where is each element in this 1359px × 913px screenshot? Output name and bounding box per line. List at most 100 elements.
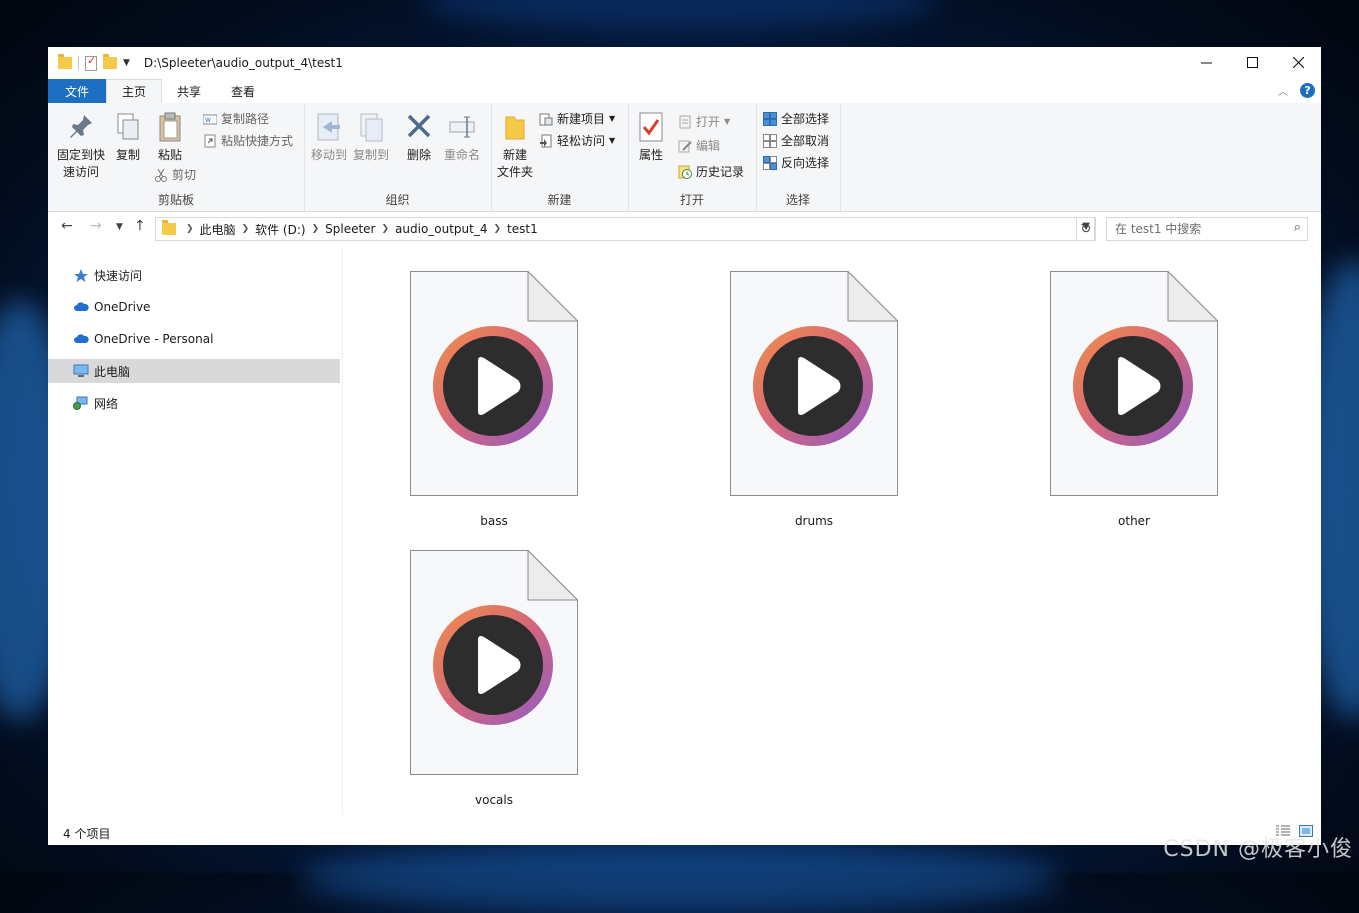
search-input[interactable] [1107,221,1287,237]
sidebar-item-onedrive-personal[interactable]: OneDrive - Personal [48,327,340,351]
cloud-icon [73,332,89,346]
minimize-icon [1200,62,1212,63]
rename-icon [447,111,477,143]
chevron-right-icon[interactable]: ❯ [381,224,389,234]
breadcrumb-audio-output[interactable]: audio_output_4 [389,222,493,236]
group-select: 全部选择 全部取消 反向选择 选择 [756,103,841,211]
tab-file[interactable]: 文件 [48,79,106,103]
delete-button[interactable]: 删除 [402,111,436,164]
move-to-button[interactable]: 移动到 [310,111,348,164]
copy-icon [113,111,143,143]
chevron-right-icon[interactable]: ❯ [186,224,194,234]
cut-button[interactable]: 剪切 [154,166,196,183]
group-organize: 移动到 复制到 删除 重命名 组织 [304,103,492,211]
recent-locations-button[interactable]: ▼ [116,222,123,232]
group-label-organize: 组织 [385,193,410,207]
properties-check-icon [636,111,666,143]
chevron-right-icon[interactable]: ❯ [312,224,320,234]
sidebar-item-network[interactable]: 网络 [48,391,340,415]
refresh-button[interactable]: ↻ [1076,217,1096,241]
file-name: vocals [475,793,513,807]
copy-to-button[interactable]: 复制到 [352,111,390,164]
tab-share[interactable]: 共享 [162,79,216,103]
group-label-select: 选择 [785,193,810,207]
close-button[interactable] [1275,47,1321,77]
file-item-other[interactable]: other [1034,270,1234,528]
tab-home[interactable]: 主页 [106,79,163,103]
address-bar[interactable]: ❯ 此电脑 ❯ 软件 (D:) ❯ Spleeter ❯ audio_outpu… [155,217,1095,241]
select-none-button[interactable]: 全部取消 [763,132,829,149]
help-icon[interactable]: ? [1300,83,1315,98]
status-bar: 4 个项目 [48,819,1321,845]
customize-dropdown-icon[interactable]: ▼ [123,58,130,68]
search-icon[interactable]: ⌕ [1294,220,1301,235]
easy-access-button[interactable]: 轻松访问 ▼ [539,132,615,149]
delete-x-icon [404,111,434,143]
star-icon [73,268,89,282]
group-label-new: 新建 [547,193,572,207]
ribbon-tabs: 文件 主页 共享 查看 ︿ ? [48,79,1321,103]
rename-button[interactable]: 重命名 [440,111,484,164]
svg-text:W: W [205,117,211,124]
title-bar: ▼ D:\Spleeter\audio_output_4\test1 [48,47,1321,79]
select-all-button[interactable]: 全部选择 [763,110,829,127]
pin-quick-access-button[interactable]: 固定到快 速访问 [54,111,108,181]
history-icon [678,165,692,179]
breadcrumb-drive-d[interactable]: 软件 (D:) [249,221,311,238]
tab-view[interactable]: 查看 [216,79,270,103]
audio-file-icon [410,270,579,496]
chevron-down-icon: ▼ [609,114,616,123]
copy-to-icon [356,111,386,143]
open-icon [678,115,692,129]
window-title: D:\Spleeter\audio_output_4\test1 [143,56,343,70]
file-item-drums[interactable]: drums [714,270,914,528]
sidebar-item-onedrive[interactable]: OneDrive [48,295,340,319]
paste-shortcut-button[interactable]: 粘贴快捷方式 [203,132,293,149]
properties-icon[interactable] [85,54,97,71]
group-clipboard: 固定到快 速访问 复制 粘贴 W 复制路径 粘贴快捷方式 剪切 剪贴板 [48,103,305,211]
copy-path-icon: W [202,112,218,126]
file-item-bass[interactable]: bass [394,270,594,528]
copy-path-button[interactable]: W 复制路径 [202,110,269,127]
open-button[interactable]: 打开 ▼ [678,113,730,130]
new-folder-button[interactable]: 新建 文件夹 [495,111,535,181]
paste-button[interactable]: 粘贴 [152,111,188,164]
history-button[interactable]: 历史记录 [678,163,744,180]
navigation-bar: ← → ▼ ↑ ❯ 此电脑 ❯ 软件 (D:) ❯ Spleeter ❯ aud… [48,215,1321,243]
refresh-icon: ↻ [1080,221,1092,237]
edit-icon [678,139,692,153]
network-icon [73,396,89,410]
chevron-right-icon[interactable]: ❯ [242,224,250,234]
minimize-button[interactable] [1183,47,1229,77]
up-button[interactable]: ↑ [134,218,146,234]
paste-icon [155,111,185,143]
sidebar-item-quick-access[interactable]: 快速访问 [48,263,340,287]
search-box[interactable]: ⌕ [1106,217,1308,241]
properties-button[interactable]: 属性 [634,111,668,164]
breadcrumb-test1[interactable]: test1 [501,222,544,236]
new-folder-icon[interactable] [103,54,117,69]
close-icon [1292,56,1304,68]
breadcrumb-spleeter[interactable]: Spleeter [319,222,381,236]
sidebar-item-this-pc[interactable]: 此电脑 [48,359,340,383]
chevron-down-icon: ▼ [724,117,731,126]
select-all-icon [763,111,777,126]
collapse-ribbon-icon[interactable]: ︿ [1278,83,1288,98]
item-count: 4 个项目 [63,827,111,841]
copy-button[interactable]: 复制 [112,111,144,164]
file-name: bass [480,514,508,528]
file-item-vocals[interactable]: vocals [394,549,594,807]
new-item-button[interactable]: 新建项目 ▼ [539,110,615,127]
move-to-icon [314,111,344,143]
back-button[interactable]: ← [61,218,73,234]
breadcrumb-this-pc[interactable]: 此电脑 [194,221,242,238]
edit-button[interactable]: 编辑 [678,137,720,154]
group-new: 新建 文件夹 新建项目 ▼ 轻松访问 ▼ 新建 [491,103,629,211]
maximize-button[interactable] [1229,47,1275,77]
chevron-right-icon[interactable]: ❯ [494,224,502,234]
forward-button[interactable]: → [90,218,102,234]
invert-selection-button[interactable]: 反向选择 [763,154,829,171]
file-name: other [1118,514,1150,528]
audio-file-icon [410,549,579,775]
scissors-icon [154,168,168,182]
